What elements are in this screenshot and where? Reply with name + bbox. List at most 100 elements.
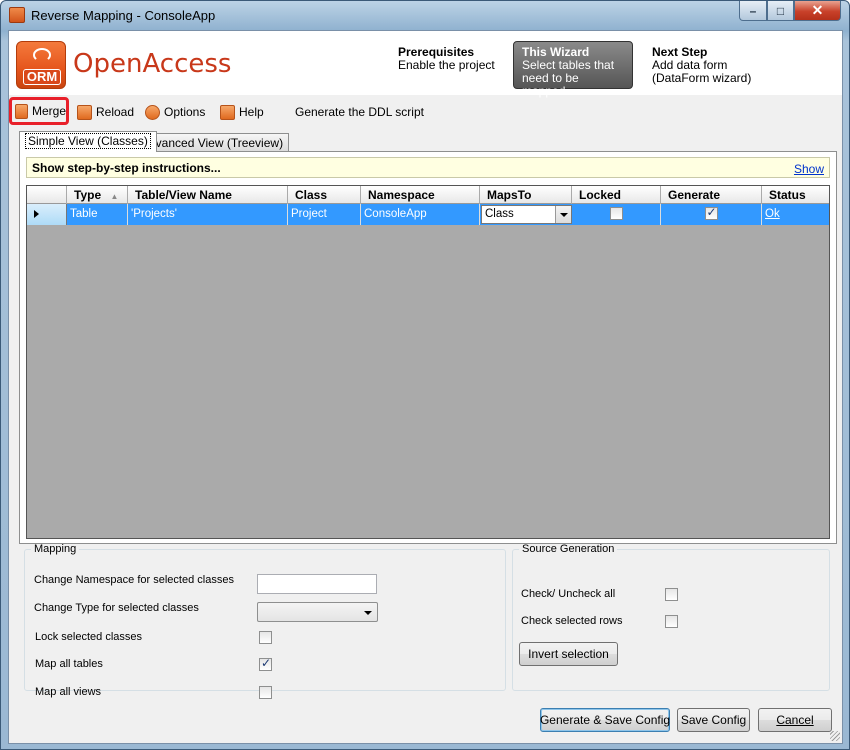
cell-namespace[interactable]: ConsoleApp	[361, 204, 480, 225]
logo-text: ORM	[23, 69, 61, 85]
column-header-table-name[interactable]: Table/View Name	[128, 186, 288, 204]
resize-grip[interactable]	[830, 731, 840, 741]
chevron-down-icon	[555, 206, 571, 223]
window: Reverse Mapping - ConsoleApp – □ ✕ ORM O…	[0, 0, 850, 750]
cell-locked	[572, 204, 661, 225]
column-header-namespace[interactable]: Namespace	[361, 186, 480, 204]
step-text: need to be mapped	[522, 71, 579, 98]
source-generation-legend: Source Generation	[522, 543, 615, 555]
orm-logo: ORM	[16, 41, 66, 89]
map-all-tables-checkbox[interactable]	[259, 656, 272, 671]
close-button[interactable]: ✕	[794, 1, 841, 21]
maximize-icon: □	[776, 3, 785, 18]
check-selected-rows-checkbox[interactable]	[665, 615, 678, 628]
step-this-wizard: This Wizard Select tables that need to b…	[513, 41, 633, 98]
close-icon: ✕	[811, 2, 824, 18]
lock-selected-checkbox[interactable]	[259, 631, 272, 644]
generate-ddl-button[interactable]: Generate the DDL script	[295, 102, 424, 122]
map-all-tables-label: Map all tables	[35, 658, 103, 670]
map-all-views-label: Map all views	[35, 686, 102, 698]
step-next: Next Step Add data form (DataForm wizard…	[652, 46, 751, 85]
map-all-views-checkbox[interactable]	[259, 686, 272, 699]
mapping-grid[interactable]: Type ▲ Table/View Name Class Namespace M…	[26, 185, 830, 539]
column-label: Type	[74, 188, 102, 202]
tab-simple-view[interactable]: Simple View (Classes)	[19, 131, 157, 152]
save-config-button[interactable]: Save Config	[677, 708, 750, 732]
options-label: Options	[164, 105, 206, 119]
locked-checkbox[interactable]	[609, 207, 623, 220]
tab-advanced-view[interactable]: Advanced View (Treeview)	[135, 133, 290, 151]
mapping-group: Mapping Change Namespace for selected cl…	[24, 543, 506, 699]
cell-class[interactable]: Project	[288, 204, 361, 225]
merge-label: Merge	[31, 104, 66, 118]
cancel-label: Cancel	[776, 713, 814, 727]
namespace-input[interactable]	[257, 574, 377, 594]
help-icon	[220, 104, 235, 120]
cell-type[interactable]: Table	[67, 204, 128, 225]
mapsto-value: Class	[485, 208, 514, 220]
merge-icon	[15, 103, 28, 119]
reload-label: Reload	[96, 105, 135, 119]
invert-selection-label: Invert selection	[528, 647, 609, 661]
step-text: (DataForm wizard)	[652, 71, 752, 85]
title-bar[interactable]: Reverse Mapping - ConsoleApp – □ ✕	[1, 1, 849, 29]
wizard-header: ORM OpenAccess Prerequisites Enable the …	[9, 31, 842, 98]
cell-table-name[interactable]: 'Projects'	[128, 204, 288, 225]
generate-ddl-label: Generate the DDL script	[295, 105, 424, 119]
toolbar: Merge Reload Options Help Generate the D…	[9, 97, 842, 125]
app-icon	[9, 7, 25, 23]
column-header-generate[interactable]: Generate	[661, 186, 762, 204]
column-header-mapsto[interactable]: MapsTo	[480, 186, 572, 204]
help-label: Help	[239, 105, 264, 119]
generate-checkbox[interactable]	[704, 205, 718, 220]
change-type-label: Change Type for selected classes	[34, 602, 199, 614]
change-namespace-label: Change Namespace for selected classes	[34, 574, 234, 586]
column-header-type[interactable]: Type ▲	[67, 186, 128, 204]
minimize-icon: –	[749, 3, 757, 18]
minimize-button[interactable]: –	[739, 1, 767, 21]
sort-ascending-icon: ▲	[110, 192, 119, 201]
status-link[interactable]: Ok	[765, 208, 780, 220]
step-text: Enable the project	[398, 58, 495, 72]
cell-status: Ok	[762, 204, 829, 225]
invert-selection-button[interactable]: Invert selection	[519, 642, 618, 666]
lock-selected-label: Lock selected classes	[35, 631, 142, 643]
instructions-text: Show step-by-step instructions...	[32, 161, 221, 175]
reload-icon	[77, 104, 92, 120]
column-header-class[interactable]: Class	[288, 186, 361, 204]
table-row[interactable]: Table 'Projects' Project ConsoleApp Clas…	[27, 204, 829, 225]
check-uncheck-all-label: Check/ Uncheck all	[521, 588, 616, 600]
cancel-button[interactable]: Cancel	[758, 708, 832, 732]
generate-save-config-label: Generate & Save Config	[539, 713, 671, 727]
column-header-status[interactable]: Status	[762, 186, 829, 204]
check-selected-rows-label: Check selected rows	[521, 615, 623, 627]
instructions-bar: Show step-by-step instructions... Show	[26, 157, 830, 178]
window-title: Reverse Mapping - ConsoleApp	[31, 8, 216, 23]
column-header-locked[interactable]: Locked	[572, 186, 661, 204]
show-instructions-link[interactable]: Show	[794, 162, 824, 176]
check-uncheck-all-checkbox[interactable]	[665, 588, 678, 601]
generate-save-config-button[interactable]: Generate & Save Config	[540, 708, 670, 732]
cell-generate	[661, 204, 762, 225]
source-generation-group: Source Generation Check/ Uncheck all Che…	[512, 543, 830, 691]
tab-panel: Show step-by-step instructions... Show T…	[19, 151, 837, 544]
current-row-icon	[34, 210, 39, 218]
save-config-label: Save Config	[680, 713, 747, 727]
mapsto-dropdown[interactable]: Class	[481, 205, 572, 224]
brand-title: OpenAccess	[73, 49, 232, 79]
client-area: ORM OpenAccess Prerequisites Enable the …	[8, 30, 843, 744]
mapping-legend: Mapping	[34, 543, 77, 555]
options-button[interactable]: Options	[145, 102, 205, 122]
reload-button[interactable]: Reload	[77, 102, 134, 122]
step-prerequisites: Prerequisites Enable the project	[398, 46, 495, 72]
row-header[interactable]	[27, 204, 67, 225]
grid-header: Type ▲ Table/View Name Class Namespace M…	[27, 186, 829, 204]
merge-button[interactable]: Merge	[9, 97, 69, 125]
type-dropdown[interactable]	[257, 602, 378, 622]
help-button[interactable]: Help	[220, 102, 264, 122]
maximize-button[interactable]: □	[767, 1, 794, 21]
tab-label: Simple View (Classes)	[25, 133, 151, 149]
tab-label: Advanced View (Treeview)	[141, 136, 284, 150]
logo-swirl-icon	[33, 48, 51, 62]
options-icon	[145, 104, 160, 120]
